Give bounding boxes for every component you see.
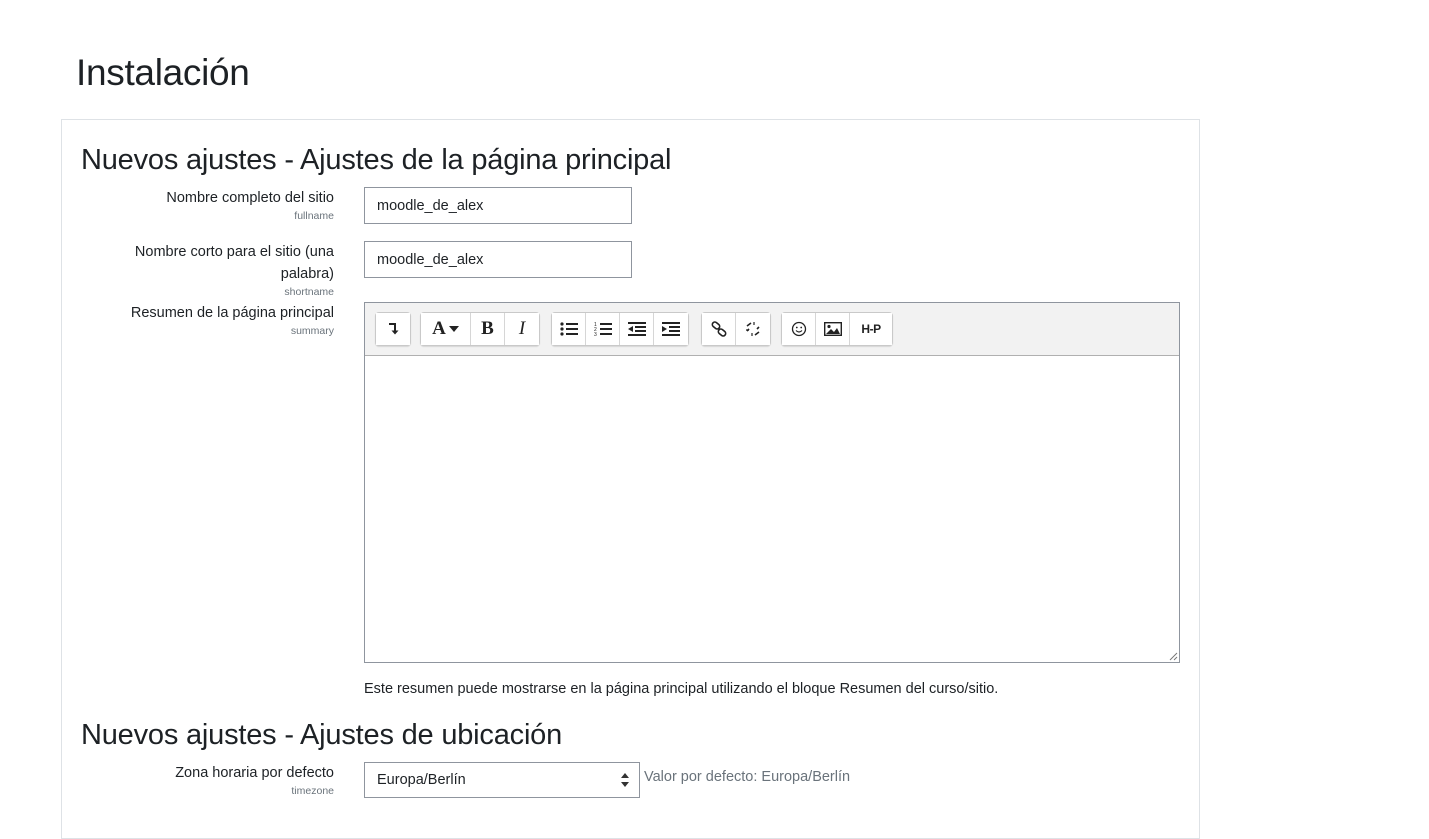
toolbar-group-style: A B I xyxy=(420,312,540,346)
section-heading-frontpage: Nuevos ajustes - Ajustes de la página pr… xyxy=(81,144,672,176)
link-icon[interactable] xyxy=(702,313,736,345)
show-more-icon[interactable] xyxy=(376,313,410,345)
unordered-list-icon[interactable] xyxy=(552,313,586,345)
shortname-label-line1: Nombre corto para el sitio (una xyxy=(134,244,334,260)
toolbar-group-lists: 123 xyxy=(551,312,689,346)
summary-editor: A B I 123 H-P xyxy=(364,302,1180,663)
timezone-label: Zona horaria por defecto xyxy=(175,765,334,781)
toolbar-group-media: H-P xyxy=(781,312,893,346)
summary-setting-name: summary xyxy=(290,325,334,337)
resize-handle-icon[interactable] xyxy=(1168,651,1178,661)
timezone-default-text: Valor por defecto: Europa/Berlín xyxy=(644,769,851,785)
summary-label: Resumen de la página principal xyxy=(130,305,334,321)
summary-help-text: Este resumen puede mostrarse en la págin… xyxy=(364,681,999,697)
emoji-icon[interactable] xyxy=(782,313,816,345)
indent-icon[interactable] xyxy=(654,313,688,345)
toolbar-group-more xyxy=(375,312,411,346)
shortname-label: Nombre corto para el sitio (una palabra) xyxy=(80,241,334,285)
editor-toolbar: A B I 123 H-P xyxy=(365,303,1179,356)
section-heading-location: Nuevos ajustes - Ajustes de ubicación xyxy=(81,719,563,751)
select-arrows-icon xyxy=(621,773,629,787)
timezone-setting-name: timezone xyxy=(291,785,334,797)
page-title: Instalación xyxy=(76,52,250,93)
shortname-setting-name: shortname xyxy=(284,286,334,298)
h5p-icon[interactable]: H-P xyxy=(850,313,892,345)
bold-icon[interactable]: B xyxy=(471,313,505,345)
outdent-icon[interactable] xyxy=(620,313,654,345)
shortname-input[interactable] xyxy=(364,241,632,278)
h5p-icon-label: H-P xyxy=(861,322,881,336)
svg-text:3: 3 xyxy=(594,332,597,337)
image-icon[interactable] xyxy=(816,313,850,345)
toolbar-group-links xyxy=(701,312,771,346)
unlink-icon[interactable] xyxy=(736,313,770,345)
shortname-label-line2: palabra) xyxy=(280,266,334,282)
font-color-icon[interactable]: A xyxy=(421,313,471,345)
fullname-setting-name: fullname xyxy=(294,210,334,222)
italic-icon[interactable]: I xyxy=(505,313,539,345)
fullname-label: Nombre completo del sitio xyxy=(166,190,334,206)
fullname-input[interactable] xyxy=(364,187,632,224)
timezone-selected-value: Europa/Berlín xyxy=(377,772,466,788)
timezone-select[interactable]: Europa/Berlín xyxy=(364,762,640,798)
summary-textarea[interactable] xyxy=(365,356,1179,662)
ordered-list-icon[interactable]: 123 xyxy=(586,313,620,345)
